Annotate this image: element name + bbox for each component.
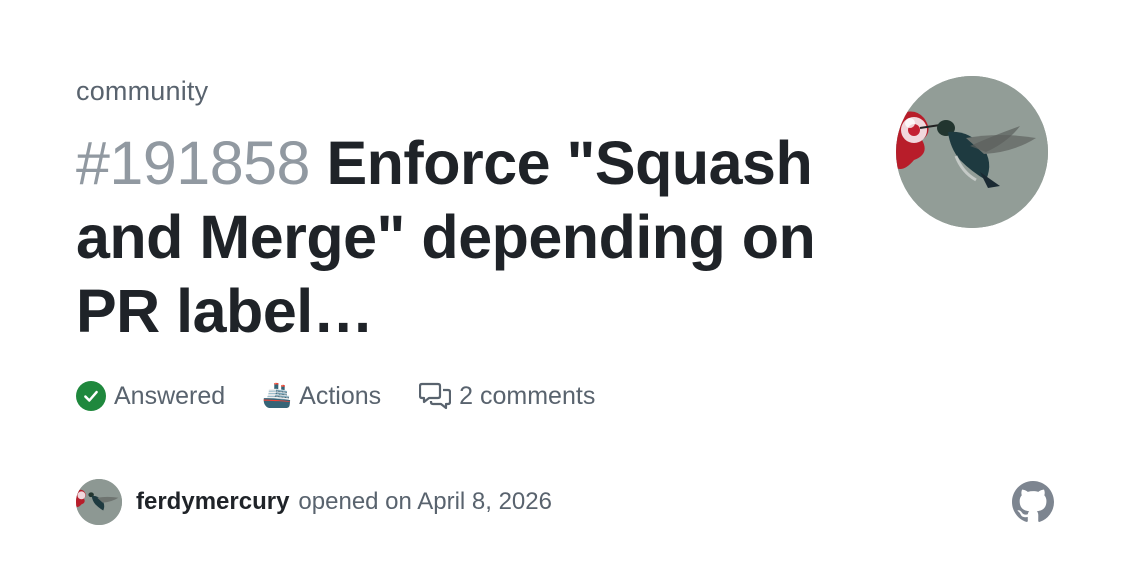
category-label: Actions — [299, 381, 382, 410]
repository-name[interactable]: community — [76, 76, 208, 107]
check-circle-icon — [76, 381, 106, 411]
discussion-stats: Answered 🚢 Actions 2 comments — [76, 378, 633, 414]
discussion-number: #191858 — [76, 129, 310, 197]
author-row: ferdymercury opened on April 8, 2026 — [76, 479, 552, 525]
hummingbird-avatar-image — [896, 76, 1048, 228]
author-avatar-large — [896, 76, 1048, 228]
opened-date: opened on April 8, 2026 — [298, 488, 552, 515]
answered-status: Answered — [76, 381, 225, 411]
github-mark-icon[interactable] — [1012, 481, 1054, 523]
answered-label: Answered — [114, 381, 226, 410]
comments-label: 2 comments — [459, 381, 596, 410]
discussion-title[interactable]: #191858 Enforce "Squash and Merge" depen… — [76, 126, 836, 348]
comments-count[interactable]: 2 comments — [419, 381, 595, 411]
author-username[interactable]: ferdymercury — [136, 488, 289, 516]
ship-icon: 🚢 — [262, 382, 293, 409]
hummingbird-avatar-image-small — [76, 479, 122, 525]
comment-discussion-icon — [419, 381, 452, 411]
social-card: community #191858 Enforce "Squash and Me… — [0, 0, 1140, 570]
author-avatar[interactable] — [76, 479, 122, 525]
category-link[interactable]: 🚢 Actions — [262, 381, 382, 411]
